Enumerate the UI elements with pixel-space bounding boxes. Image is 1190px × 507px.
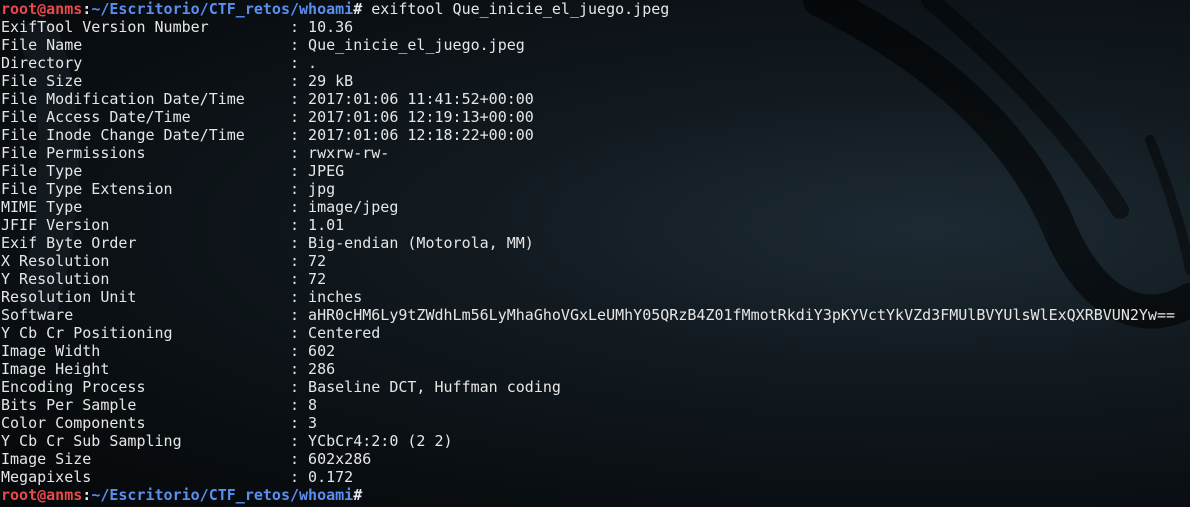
exif-value: : Centered [290, 324, 381, 342]
exif-row: Y Cb Cr Sub Sampling : YCbCr4:2:0 (2 2) [1, 432, 1175, 450]
exif-key: Resolution Unit [1, 288, 137, 306]
exif-value: : 72 [290, 270, 327, 288]
exif-key: Encoding Process [1, 378, 146, 396]
prompt-symbol-2: # [353, 486, 363, 504]
exif-key: Directory [1, 54, 83, 72]
exif-value: : 2017:01:06 11:41:52+00:00 [290, 90, 534, 108]
exif-key: Color Components [1, 414, 146, 432]
exif-key: File Inode Change Date/Time [1, 126, 245, 144]
exif-row: Color Components : 3 [1, 414, 1175, 432]
exif-key: Exif Byte Order [1, 234, 137, 252]
exif-row: Y Resolution : 72 [1, 270, 1175, 288]
exif-value: : Que_inicie_el_juego.jpeg [290, 36, 525, 54]
exif-row: X Resolution : 72 [1, 252, 1175, 270]
exif-row: File Type Extension : jpg [1, 180, 1175, 198]
exif-key: File Name [1, 36, 83, 54]
prompt-path: ~/Escritorio/CTF_retos/whoami [91, 0, 354, 18]
exif-value: : 0.172 [290, 468, 354, 486]
exif-value: : 10.36 [290, 18, 354, 36]
exif-row: ExifTool Version Number : 10.36 [1, 18, 1175, 36]
exif-row: File Access Date/Time : 2017:01:06 12:19:… [1, 108, 1175, 126]
exif-row: Image Width : 602 [1, 342, 1175, 360]
command-text: exiftool Que_inicie_el_juego.jpeg [362, 0, 670, 18]
terminal-output: root@anms:~/Escritorio/CTF_retos/whoami#… [1, 0, 1175, 504]
exif-key: Bits Per Sample [1, 396, 137, 414]
exif-value: : 1.01 [290, 216, 345, 234]
exif-key: File Type [1, 162, 83, 180]
exif-value: : 3 [290, 414, 318, 432]
exif-row: Encoding Process : Baseline DCT, Huffman … [1, 378, 1175, 396]
exif-value: : jpg [290, 180, 336, 198]
exif-key: File Size [1, 72, 83, 90]
exif-row: File Inode Change Date/Time : 2017:01:06 … [1, 126, 1175, 144]
exif-key: Y Resolution [1, 270, 110, 288]
exif-key: File Modification Date/Time [1, 90, 245, 108]
exif-value: : 602 [290, 342, 336, 360]
exif-output: ExifTool Version Number : 10.36 File Name:… [1, 18, 1175, 486]
exif-key: Image Height [1, 360, 110, 378]
exif-value: : image/jpeg [290, 198, 399, 216]
exif-value: : . [290, 54, 318, 72]
exif-key: Image Size [1, 450, 92, 468]
prompt-separator-2: : [82, 486, 92, 504]
exif-key: Y Cb Cr Positioning [1, 324, 173, 342]
command-prompt-line: root@anms:~/Escritorio/CTF_retos/whoami#… [1, 0, 1175, 18]
exif-key: Image Width [1, 342, 101, 360]
exif-key: JFIF Version [1, 216, 110, 234]
exif-row: File Size : 29 kB [1, 72, 1175, 90]
exif-row: Software : aHR0cHM6Ly9tZWdhLm56LyMhaGhoVG… [1, 306, 1175, 324]
exif-key: ExifTool Version Number [1, 18, 209, 36]
exif-row: Resolution Unit : inches [1, 288, 1175, 306]
exif-row: Y Cb Cr Positioning : Centered [1, 324, 1175, 342]
exif-key: File Access Date/Time [1, 108, 191, 126]
exif-row: Image Size : 602x286 [1, 450, 1175, 468]
exif-value: : inches [290, 288, 363, 306]
exif-row: Megapixels : 0.172 [1, 468, 1175, 486]
exif-value: : 29 kB [290, 72, 354, 90]
exif-value: : 72 [290, 252, 327, 270]
exif-row: Bits Per Sample : 8 [1, 396, 1175, 414]
prompt-path-2: ~/Escritorio/CTF_retos/whoami [91, 486, 354, 504]
exif-value: : rwxrw-rw- [290, 144, 390, 162]
prompt-separator: : [82, 0, 92, 18]
exif-value: : Baseline DCT, Huffman coding [290, 378, 561, 396]
exif-key: MIME Type [1, 198, 83, 216]
exif-row: Image Height : 286 [1, 360, 1175, 378]
exif-key: File Type Extension [1, 180, 173, 198]
command-prompt-line-2[interactable]: root@anms:~/Escritorio/CTF_retos/whoami# [1, 486, 1175, 504]
exif-row: JFIF Version : 1.01 [1, 216, 1175, 234]
exif-value: : 286 [290, 360, 336, 378]
exif-row: File Permissions : rwxrw-rw- [1, 144, 1175, 162]
exif-value: : 2017:01:06 12:18:22+00:00 [290, 126, 534, 144]
exif-value: : 602x286 [290, 450, 372, 468]
exif-value: : 8 [290, 396, 318, 414]
exif-key: Megapixels [1, 468, 92, 486]
exif-value: : Big-endian (Motorola, MM) [290, 234, 534, 252]
exif-key: Software [1, 306, 74, 324]
exif-row: Exif Byte Order : Big-endian (Motorola, M… [1, 234, 1175, 252]
exif-value: : aHR0cHM6Ly9tZWdhLm56LyMhaGhoVGxLeUMhY0… [290, 306, 1176, 324]
prompt-user: root@anms [1, 0, 83, 18]
exif-key: X Resolution [1, 252, 110, 270]
exif-value: : JPEG [290, 162, 345, 180]
exif-row: File Type : JPEG [1, 162, 1175, 180]
exif-key: File Permissions [1, 144, 146, 162]
exif-row: File Modification Date/Time : 2017:01:06 … [1, 90, 1175, 108]
prompt-user-2: root@anms [1, 486, 83, 504]
prompt-symbol: # [353, 0, 363, 18]
exif-key: Y Cb Cr Sub Sampling [1, 432, 182, 450]
exif-row: File Name : Que_inicie_el_juego.jpeg [1, 36, 1175, 54]
exif-value: : 2017:01:06 12:19:13+00:00 [290, 108, 534, 126]
exif-row: MIME Type : image/jpeg [1, 198, 1175, 216]
exif-row: Directory : . [1, 54, 1175, 72]
exif-value: : YCbCr4:2:0 (2 2) [290, 432, 453, 450]
terminal-window[interactable]: root@anms:~/Escritorio/CTF_retos/whoami#… [0, 0, 1190, 507]
